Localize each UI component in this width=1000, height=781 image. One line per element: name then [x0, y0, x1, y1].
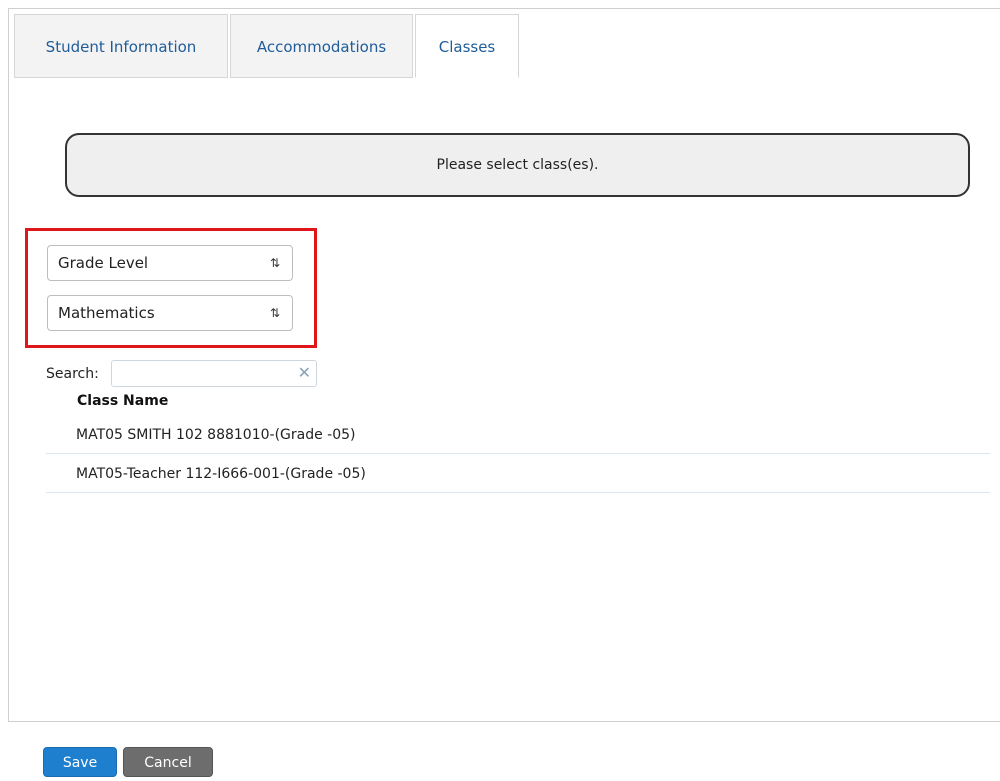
chevron-up-down-icon: ⇅ [269, 256, 280, 270]
clear-search-icon[interactable]: ✕ [298, 363, 311, 382]
tab-bar: Student Information Accommodations Class… [14, 14, 521, 78]
cancel-button[interactable]: Cancel [123, 747, 213, 777]
table-row[interactable]: MAT05-Teacher 112-I666-001-(Grade -05) [46, 455, 990, 493]
search-label: Search: [46, 366, 99, 382]
tab-accommodations[interactable]: Accommodations [230, 14, 413, 78]
chevron-up-down-icon: ⇅ [269, 306, 280, 320]
info-message: Please select class(es). [65, 133, 970, 197]
tab-classes[interactable]: Classes [415, 14, 519, 78]
subject-select[interactable]: Mathematics ⇅ [47, 295, 293, 331]
grade-level-select[interactable]: Grade Level ⇅ [47, 245, 293, 281]
subject-select-value: Mathematics [58, 304, 155, 322]
table-row[interactable]: MAT05 SMITH 102 8881010-(Grade -05) [46, 416, 990, 454]
grade-level-select-value: Grade Level [58, 254, 149, 272]
save-button[interactable]: Save [43, 747, 117, 777]
search-input[interactable]: ✕ [111, 360, 317, 387]
tab-student-information[interactable]: Student Information [14, 14, 228, 78]
class-name-column-header[interactable]: Class Name [77, 393, 168, 409]
